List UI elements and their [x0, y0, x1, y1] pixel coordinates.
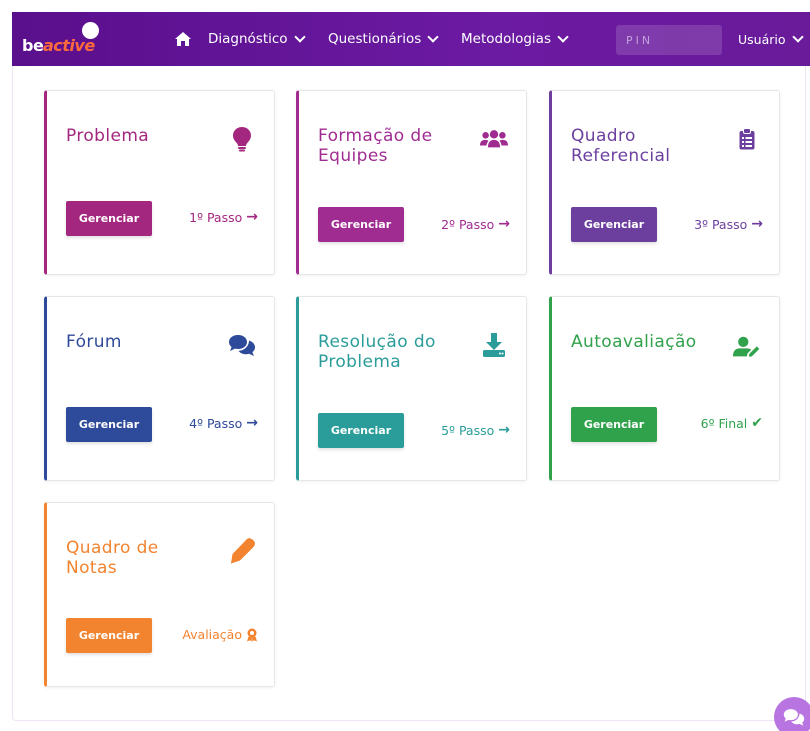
pin-input[interactable]	[616, 25, 722, 55]
card-quadro-referencial: Quadro Referencial Gerenciar 3º Passo →	[549, 90, 780, 275]
award-icon	[247, 628, 257, 642]
step-link[interactable]: 1º Passo →	[189, 209, 258, 225]
manage-button[interactable]: Gerenciar	[571, 407, 657, 442]
manage-button[interactable]: Gerenciar	[318, 207, 404, 242]
card-title: Quadro Referencial	[571, 126, 671, 166]
manage-button[interactable]: Gerenciar	[66, 618, 152, 653]
download-icon	[480, 331, 508, 359]
arrow-right-icon: →	[498, 422, 510, 438]
chevron-down-icon	[791, 30, 804, 43]
arrow-right-icon: →	[498, 216, 510, 232]
lightbulb-icon	[228, 125, 256, 153]
nav-metodologias-dropdown[interactable]: Metodologias	[461, 12, 569, 66]
nav-diagnostico-label: Diagnóstico	[208, 31, 288, 47]
comments-icon	[228, 331, 256, 359]
nav-metodologias-label: Metodologias	[461, 31, 551, 47]
step-link[interactable]: Avaliação	[182, 627, 258, 642]
nav-questionarios-label: Questionários	[328, 31, 422, 47]
manage-button[interactable]: Gerenciar	[66, 407, 152, 442]
card-autoavaliacao: Autoavaliação Gerenciar 6º Final ✔	[549, 296, 780, 481]
user-menu-dropdown[interactable]: Usuário	[738, 12, 804, 66]
nav-questionarios-dropdown[interactable]: Questionários	[328, 12, 439, 66]
user-menu-label: Usuário	[738, 31, 786, 47]
chevron-down-icon	[293, 30, 306, 43]
user-edit-icon	[733, 333, 761, 361]
step-link[interactable]: 2º Passo →	[441, 216, 510, 232]
step-link[interactable]: 4º Passo →	[189, 415, 258, 431]
logo-bubble-icon	[82, 22, 99, 39]
logo-active-text: active	[43, 36, 95, 55]
step-label: 2º Passo	[441, 216, 495, 232]
logo-be-text: be	[22, 36, 44, 55]
chevron-down-icon	[427, 30, 439, 43]
manage-button[interactable]: Gerenciar	[571, 207, 657, 242]
manage-button[interactable]: Gerenciar	[66, 201, 152, 236]
step-label: 4º Passo	[189, 415, 243, 431]
manage-button[interactable]: Gerenciar	[318, 413, 404, 448]
card-title: Formação de Equipes	[318, 126, 433, 166]
chevron-down-icon	[557, 30, 569, 43]
card-quadro-notas: Quadro de Notas Gerenciar Avaliação	[44, 502, 275, 687]
card-title: Fórum	[66, 332, 122, 352]
check-icon: ✔	[751, 415, 763, 431]
top-navbar: be active Diagnóstico Questionários Meto…	[12, 12, 810, 66]
beactive-logo[interactable]: be active	[22, 22, 102, 58]
card-problema: Problema Gerenciar 1º Passo →	[44, 90, 275, 275]
step-link[interactable]: 3º Passo →	[694, 216, 763, 232]
step-label: 5º Passo	[441, 422, 495, 438]
card-title: Autoavaliação	[571, 332, 697, 352]
step-label: 6º Final	[700, 415, 748, 431]
step-label: 1º Passo	[189, 209, 243, 225]
step-link[interactable]: 6º Final ✔	[701, 415, 763, 431]
card-resolucao-problema: Resolução do Problema Gerenciar 5º Passo…	[296, 296, 527, 481]
card-title: Quadro de Notas	[66, 538, 159, 578]
floating-chat-button[interactable]	[774, 697, 810, 731]
home-icon	[175, 32, 191, 46]
arrow-right-icon: →	[751, 216, 763, 232]
users-icon	[480, 125, 508, 153]
chat-icon	[783, 709, 805, 726]
pen-icon	[228, 537, 256, 565]
clipboard-icon	[733, 125, 761, 153]
home-link[interactable]	[174, 12, 192, 66]
step-link[interactable]: 5º Passo →	[441, 422, 510, 438]
card-title: Resolução do Problema	[318, 332, 436, 372]
step-label: Avaliação	[182, 627, 242, 642]
card-forum: Fórum Gerenciar 4º Passo →	[44, 296, 275, 481]
card-formacao-equipes: Formação de Equipes Gerenciar 2º Passo →	[296, 90, 527, 275]
step-label: 3º Passo	[694, 216, 748, 232]
nav-diagnostico-dropdown[interactable]: Diagnóstico	[208, 12, 306, 66]
arrow-right-icon: →	[246, 209, 258, 225]
card-title: Problema	[66, 126, 150, 146]
arrow-right-icon: →	[246, 415, 258, 431]
